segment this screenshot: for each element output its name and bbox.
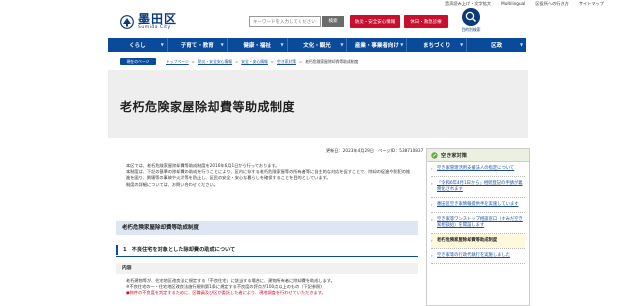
nav-label: 文化・観光 [303, 43, 331, 49]
sidebar-item[interactable]: › 「令和6年4月1日から」相続登記の申請が義務化されます [431, 177, 525, 198]
nav-item-living[interactable]: くらし ▼ [108, 38, 168, 52]
sidebar-item-current: › 老朽危険家屋除却費等助成制度 [431, 234, 525, 249]
purpose-search-button[interactable]: 目的別検索 [456, 8, 486, 36]
page-meta: 更新日：2023年4月29日 ページID：538710837 [326, 148, 424, 153]
sidebar: 空き家対策 › 空き家管理活用支援法人の指定について › 「令和6年4月1日から」相… [426, 148, 530, 306]
subsection-title: 不良住宅を対象とした除却費の助成について [131, 247, 236, 253]
breadcrumb: トップページ > 防災・安全安心情報 > 安全・安心情報 > 空き家対策 > 老… [166, 59, 358, 65]
top-utility-strip: 音声読み上げ・文字拡大 Multilingual 区役所への行き方 サイトマップ [0, 0, 640, 8]
arrow-right-icon: › [431, 238, 433, 243]
chevron-down-icon: ▼ [460, 42, 464, 47]
sidebar-title: 空き家対策 [441, 152, 467, 159]
sidebar-item[interactable]: › 空き家管理活用支援法人の指定について [431, 162, 525, 177]
sidebar-item-label: 「令和6年4月1日から」相続登記の申請が義務化されます [437, 181, 523, 192]
subsection-rule [116, 256, 418, 257]
sidebar-item-label: 空き家管理活用支援法人の指定について [437, 166, 515, 171]
global-nav: くらし ▼ 子育て・教育 ▼ 健康・福祉 ▼ 文化・観光 ▼ 産業・事業者向け ▼ まちづ… [108, 38, 526, 52]
sidebar-item-label: 墨田区空き家情報提供手を実施しています [437, 202, 519, 207]
nav-item-government[interactable]: 区政 ▼ [467, 38, 526, 52]
subsection-heading: 1 不良住宅を対象とした除却費の助成について [116, 245, 418, 255]
breadcrumb-separator: > [299, 59, 303, 64]
arrow-right-icon: › [431, 217, 433, 222]
nav-item-business[interactable]: 産業・事業者向け ▼ [347, 38, 408, 52]
nav-item-culture[interactable]: 文化・観光 ▼ [288, 38, 348, 52]
safety-info-button[interactable]: 防災・安全安心情報 [350, 15, 400, 28]
breadcrumb-separator: > [191, 59, 195, 64]
content-body: 老朽建物等が、住宅地区改良法に規定する「不良住宅」に該当する場合に、建物所有者に… [126, 278, 416, 296]
nav-label: 健康・福祉 [243, 43, 271, 49]
intro-paragraph: 制度の詳細については、お問い合わせください。 [126, 181, 218, 187]
chevron-down-icon: ▼ [400, 42, 404, 47]
arrow-right-icon: › [431, 166, 433, 171]
page-title: 老朽危険家屋除却費等助成制度 [120, 100, 296, 114]
section-heading: 老朽危険家屋除却費等助成制度 [116, 221, 418, 235]
sidebar-item-label: 空き家等ワンストップ相談窓口（すみだ空き家相談処）を開設します [437, 217, 523, 228]
sidebar-item[interactable]: › 空き家等の行政代執行を実施しました [431, 249, 525, 264]
topstrip-link-speech[interactable]: 音声読み上げ・文字拡大 [445, 1, 491, 7]
breadcrumb-separator: > [235, 59, 239, 64]
arrow-right-icon: › [431, 181, 433, 186]
breadcrumb-item[interactable]: 防災・安全安心情報 [198, 59, 232, 65]
search-input[interactable] [249, 16, 321, 27]
chevron-down-icon: ▼ [160, 42, 164, 47]
nav-item-town[interactable]: まちづくり ▼ [407, 38, 468, 52]
chevron-down-icon: ▼ [340, 42, 344, 47]
breadcrumb-item[interactable]: 空き家対策 [277, 59, 296, 65]
breadcrumb-item[interactable]: トップページ [166, 59, 189, 65]
nav-label: 区政 [491, 43, 503, 49]
site-header: 墨田区 Sumida City 検索 防災・安全安心情報 休日・救急診療 目的別… [0, 8, 640, 38]
leaf-icon [431, 151, 438, 159]
subsection-number: 1 [123, 247, 127, 253]
emergency-button-label: 休日・救急診療 [410, 19, 442, 25]
topstrip-link-access[interactable]: 区役所への行き方 [535, 1, 569, 7]
intro-text: 本区では、老朽危険家屋除却費等助成制度を2016年6月1日から行っております。 … [126, 163, 412, 188]
search-button[interactable]: 検索 [322, 16, 344, 27]
site-logo[interactable]: 墨田区 Sumida City [120, 10, 190, 34]
logo-name-ja: 墨田区 [138, 12, 178, 27]
nav-item-childcare[interactable]: 子育て・教育 ▼ [168, 38, 228, 52]
sidebar-heading: 空き家対策 [427, 149, 529, 162]
breadcrumb-separator: > [270, 59, 275, 64]
sidebar-item[interactable]: › 空き家等ワンストップ相談窓口（すみだ空き家相談処）を開設します [431, 213, 525, 234]
sidebar-list: › 空き家管理活用支援法人の指定について › 「令和6年4月1日から」相続登記の申請… [427, 162, 529, 264]
nav-label: くらし [129, 43, 146, 49]
sidebar-item-label: 空き家等の行政代執行を実施しました [437, 253, 511, 258]
arrow-right-icon: › [431, 253, 433, 258]
emergency-care-button[interactable]: 休日・救急診療 [404, 15, 448, 28]
arrow-right-icon: › [431, 202, 433, 207]
notice-text: ●物件の不良度を判定するために、区職員及び区が委託した者により、現地調査を行わせ… [126, 290, 326, 295]
main-content: 更新日：2023年4月29日 ページID：538710837 本区では、老朽危険… [116, 145, 423, 306]
sidebar-item-label: 老朽危険家屋除却費等助成制度 [437, 238, 498, 243]
topstrip-link-sitemap[interactable]: サイトマップ [579, 1, 604, 7]
city-emblem-icon [120, 15, 134, 29]
nav-label: 子育て・教育 [180, 43, 214, 49]
breadcrumb-item[interactable]: 安全・安心情報 [241, 59, 268, 65]
logo-name-en: Sumida City [138, 25, 171, 31]
intro-paragraph: 本制度は、下記の基準の除却費の助成を行うことにより、区内に存する老朽危険家屋等の… [126, 169, 411, 181]
nav-label: まちづくり [422, 43, 451, 49]
chevron-down-icon: ▼ [220, 42, 224, 47]
magnifier-icon [462, 8, 480, 26]
content-heading: 内容 [116, 263, 418, 274]
nav-item-health[interactable]: 健康・福祉 ▼ [228, 38, 288, 52]
nav-label: 産業・事業者向け [354, 43, 399, 49]
safety-button-label: 防災・安全安心情報 [354, 19, 396, 25]
breadcrumb-item-current: 老朽危険家屋除却費等助成制度 [305, 59, 359, 64]
breadcrumb-current-badge: 現在のページ [120, 58, 156, 65]
purpose-search-label: 目的別検索 [461, 27, 481, 32]
topstrip-link-multilingual[interactable]: Multilingual [501, 1, 525, 7]
chevron-down-icon: ▼ [519, 42, 524, 47]
sidebar-item[interactable]: › 墨田区空き家情報提供手を実施しています [431, 198, 525, 213]
chevron-down-icon: ▼ [280, 42, 284, 47]
